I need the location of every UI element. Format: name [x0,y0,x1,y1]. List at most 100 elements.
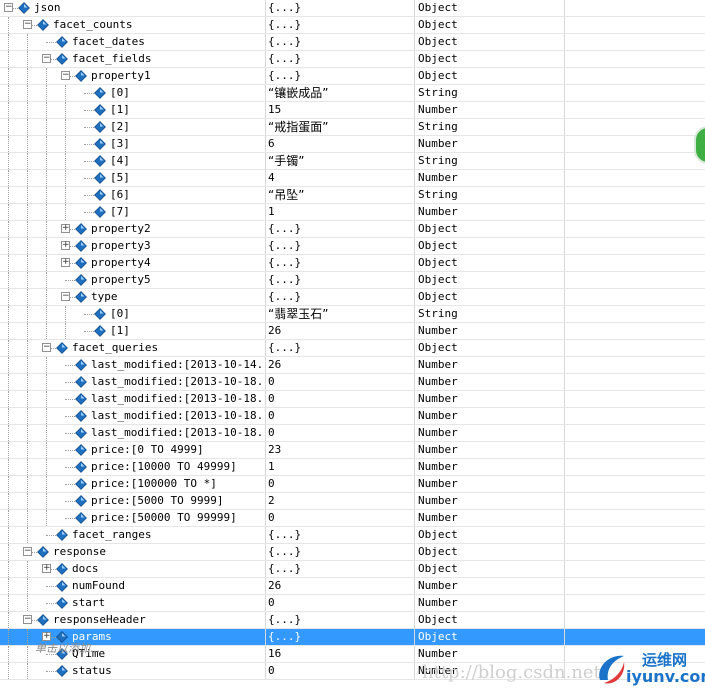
tree-row[interactable]: [5] 4 Number [0,170,705,187]
column-divider [414,527,415,543]
tree-guide-line [27,153,28,169]
collapse-icon[interactable]: − [23,615,32,624]
type-cell: Object [418,222,458,235]
value-cell: {...} [268,52,302,65]
type-cell: Number [418,426,458,439]
tree-row[interactable]: + property4 {...} Object [0,255,705,272]
type-cell: Number [418,103,458,116]
collapse-icon[interactable]: − [61,71,70,80]
tree-row[interactable]: price:[100000 TO *] 0 Number [0,476,705,493]
tree-guide-line [8,272,9,288]
collapse-icon[interactable]: − [42,343,51,352]
tree-row[interactable]: last_modified:[2013-10-18... 0 Number [0,374,705,391]
value-cell: 0 [268,375,275,388]
tree-row[interactable]: facet_ranges {...} Object [0,527,705,544]
column-divider [564,544,565,560]
tree-row[interactable]: − facet_queries {...} Object [0,340,705,357]
tree-row[interactable]: − facet_fields {...} Object [0,51,705,68]
tree-guide-line [27,357,28,373]
tree-row[interactable]: price:[0 TO 4999] 23 Number [0,442,705,459]
tree-row[interactable]: [3] 6 Number [0,136,705,153]
tree-row[interactable]: − response {...} Object [0,544,705,561]
expand-icon[interactable]: + [42,632,51,641]
tree-row[interactable]: − facet_counts {...} Object [0,17,705,34]
node-name: price:[10000 TO 49999] [91,460,237,473]
value-cell: 26 [268,324,282,337]
tree-row[interactable]: [7] 1 Number [0,204,705,221]
type-cell: Object [418,545,458,558]
tree-row[interactable]: [6] “吊坠” String [0,187,705,204]
tree-row[interactable]: − type {...} Object [0,289,705,306]
tree-row[interactable]: start 0 Number [0,595,705,612]
column-divider [414,306,415,322]
tree-row[interactable]: [1] 26 Number [0,323,705,340]
tree-row[interactable]: + property2 {...} Object [0,221,705,238]
tree-guide-line [8,289,9,305]
collapse-icon[interactable]: − [4,3,13,12]
tree-row[interactable]: last_modified:[2013-10-18... 0 Number [0,391,705,408]
node-diamond-icon [75,291,87,303]
tree-guide-line [46,510,47,526]
tree-guide-line [46,153,47,169]
tree-guide-line [27,408,28,424]
collapse-icon[interactable]: − [23,20,32,29]
tree-connector-line [65,416,75,417]
tree-row[interactable]: last_modified:[2013-10-18... 0 Number [0,408,705,425]
node-diamond-icon [75,427,87,439]
node-diamond-icon [75,512,87,524]
tree-row[interactable]: [2] “戒指蛋面” String [0,119,705,136]
tree-row[interactable]: [0] “镶嵌成品” String [0,85,705,102]
type-cell: Object [418,290,458,303]
tree-guide-line [27,578,28,594]
tree-guide-line [65,119,66,135]
expand-icon[interactable]: + [42,564,51,573]
column-divider [564,323,565,339]
node-diamond-icon [94,138,106,150]
tree-guide-line [27,272,28,288]
tree-row[interactable]: [4] “手镯” String [0,153,705,170]
value-cell: 0 [268,511,275,524]
tree-row[interactable]: − property1 {...} Object [0,68,705,85]
tree-row[interactable]: − responseHeader {...} Object [0,612,705,629]
tree-guide-line [27,391,28,407]
node-diamond-icon [75,495,87,507]
expand-icon[interactable]: + [61,224,70,233]
column-divider [564,595,565,611]
tree-guide-line [8,578,9,594]
tree-row[interactable]: last_modified:[2013-10-14... 26 Number [0,357,705,374]
tree-guide-line [65,306,66,322]
tree-row[interactable]: + docs {...} Object [0,561,705,578]
tree-row[interactable]: facet_dates {...} Object [0,34,705,51]
tree-connector-line [84,161,94,162]
tree-row[interactable]: − json {...} Object [0,0,705,17]
column-divider [564,221,565,237]
tree-guide-line [8,34,9,50]
tree-guide-line [27,68,28,84]
tree-row[interactable]: [1] 15 Number [0,102,705,119]
tree-guide-line [8,612,9,628]
collapse-icon[interactable]: − [42,54,51,63]
tree-row[interactable]: last_modified:[2013-10-18... 0 Number [0,425,705,442]
column-divider [265,289,266,305]
column-divider [564,289,565,305]
expand-icon[interactable]: + [61,258,70,267]
value-cell: 0 [268,596,275,609]
column-divider [414,459,415,475]
collapse-icon[interactable]: − [23,547,32,556]
tree-connector-line [84,212,94,213]
node-diamond-icon [75,478,87,490]
tree-row[interactable]: property5 {...} Object [0,272,705,289]
tree-connector-line [84,331,94,332]
tree-row[interactable]: [0] “翡翠玉石” String [0,306,705,323]
tree-row[interactable]: price:[5000 TO 9999] 2 Number [0,493,705,510]
column-divider [265,442,266,458]
column-divider [414,102,415,118]
collapse-icon[interactable]: − [61,292,70,301]
tree-row[interactable]: price:[10000 TO 49999] 1 Number [0,459,705,476]
tree-row[interactable]: + property3 {...} Object [0,238,705,255]
tree-row[interactable]: price:[50000 TO 99999] 0 Number [0,510,705,527]
expand-icon[interactable]: + [61,241,70,250]
column-divider [414,204,415,220]
tree-row[interactable]: numFound 26 Number [0,578,705,595]
column-divider [414,357,415,373]
